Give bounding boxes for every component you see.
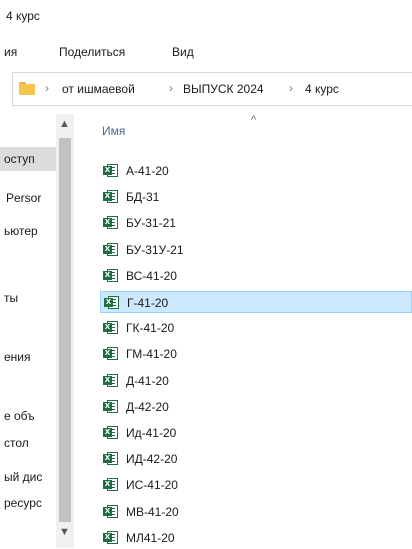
file-row[interactable]: X ГК-41-20 — [100, 317, 412, 339]
file-name: БУ-31-21 — [126, 216, 176, 230]
file-row[interactable]: X ИД-42-20 — [100, 448, 412, 470]
nav-item-personal[interactable]: Persor — [6, 191, 41, 205]
file-name: ГК-41-20 — [126, 321, 175, 335]
file-row[interactable]: X Ид-41-20 — [100, 422, 412, 444]
column-header-name[interactable]: Имя — [102, 124, 125, 138]
file-row[interactable]: X ГМ-41-20 — [100, 343, 412, 365]
title-bar: 4 курс — [0, 0, 412, 30]
nav-item-computer[interactable]: ьютер — [4, 224, 38, 238]
ribbon-tab-partial[interactable]: ия — [4, 45, 17, 59]
excel-file-icon: X — [103, 477, 118, 492]
excel-file-icon: X — [103, 320, 118, 335]
nav-item-quick-access[interactable]: оступ — [0, 147, 58, 171]
excel-file-icon: X — [104, 295, 119, 310]
sort-ascending-icon: ^ — [251, 114, 257, 126]
file-row[interactable]: X МВ-41-20 — [100, 501, 412, 523]
nav-item-4[interactable]: ения — [4, 350, 31, 364]
file-name: Д-42-20 — [126, 400, 169, 414]
excel-file-icon: X — [103, 504, 118, 519]
file-name: ГМ-41-20 — [126, 347, 177, 361]
nav-item-desktop[interactable]: стол — [4, 436, 29, 450]
file-row[interactable]: X БУ-31У-21 — [100, 239, 412, 261]
scroll-up-icon[interactable]: ▲ — [59, 118, 70, 130]
file-name: БД-31 — [126, 190, 160, 204]
scroll-down-icon[interactable]: ▼ — [59, 526, 70, 538]
file-row[interactable]: X ВС-41-20 — [100, 265, 412, 287]
navigation-pane: оступ Persor ьютер ты ения е объ стол ый… — [0, 114, 58, 548]
excel-file-icon: X — [103, 189, 118, 204]
file-row[interactable]: X БУ-31-21 — [100, 212, 412, 234]
scrollbar-thumb[interactable] — [59, 138, 71, 522]
excel-file-icon: X — [103, 530, 118, 545]
file-name: МЛ41-20 — [126, 531, 175, 545]
file-name: БУ-31У-21 — [126, 243, 184, 257]
excel-file-icon: X — [103, 215, 118, 230]
breadcrumb-separator-icon: › — [289, 81, 293, 95]
file-name: Ид-41-20 — [126, 426, 177, 440]
file-name: ИД-42-20 — [126, 452, 178, 466]
excel-file-icon: X — [103, 163, 118, 178]
breadcrumb-item-3[interactable]: 4 курс — [305, 82, 339, 96]
ribbon-tab-share[interactable]: Поделиться — [59, 45, 125, 59]
breadcrumb-item-1[interactable]: от ишмаевой — [62, 82, 135, 96]
file-row[interactable]: X А-41-20 — [100, 160, 412, 182]
excel-file-icon: X — [103, 373, 118, 388]
file-row[interactable]: X Г-41-20 — [100, 291, 412, 313]
excel-file-icon: X — [103, 242, 118, 257]
nav-item-network[interactable]: ресурс — [4, 496, 42, 510]
file-row[interactable]: X МЛ41-20 — [100, 527, 412, 549]
nav-item-5[interactable]: е объ — [4, 409, 35, 423]
file-name: А-41-20 — [126, 164, 169, 178]
file-name: МВ-41-20 — [126, 505, 179, 519]
excel-file-icon: X — [103, 425, 118, 440]
file-name: ИС-41-20 — [126, 478, 178, 492]
file-row[interactable]: X Д-41-20 — [100, 370, 412, 392]
breadcrumb-separator-icon: › — [169, 81, 173, 95]
folder-icon — [19, 82, 35, 95]
file-name: Д-41-20 — [126, 374, 169, 388]
ribbon-tab-view[interactable]: Вид — [172, 45, 194, 59]
nav-item-label: оступ — [4, 152, 35, 166]
breadcrumb-separator-icon: › — [45, 81, 49, 95]
excel-file-icon: X — [103, 451, 118, 466]
nav-item-3[interactable]: ты — [4, 291, 18, 305]
window-title: 4 курс — [6, 9, 40, 23]
file-name: Г-41-20 — [127, 296, 169, 310]
breadcrumb-item-2[interactable]: ВЫПУСК 2024 — [183, 82, 264, 96]
ribbon-tabs: ия Поделиться Вид — [0, 38, 412, 64]
file-row[interactable]: X Д-42-20 — [100, 396, 412, 418]
nav-item-disk[interactable]: ый дис — [4, 470, 42, 484]
file-name: ВС-41-20 — [126, 269, 177, 283]
file-row[interactable]: X БД-31 — [100, 186, 412, 208]
excel-file-icon: X — [103, 346, 118, 361]
excel-file-icon: X — [103, 399, 118, 414]
nav-scrollbar[interactable]: ▲ ▼ — [56, 114, 74, 548]
address-bar[interactable]: › от ишмаевой › ВЫПУСК 2024 › 4 курс — [12, 72, 412, 106]
file-row[interactable]: X ИС-41-20 — [100, 474, 412, 496]
excel-file-icon: X — [103, 268, 118, 283]
